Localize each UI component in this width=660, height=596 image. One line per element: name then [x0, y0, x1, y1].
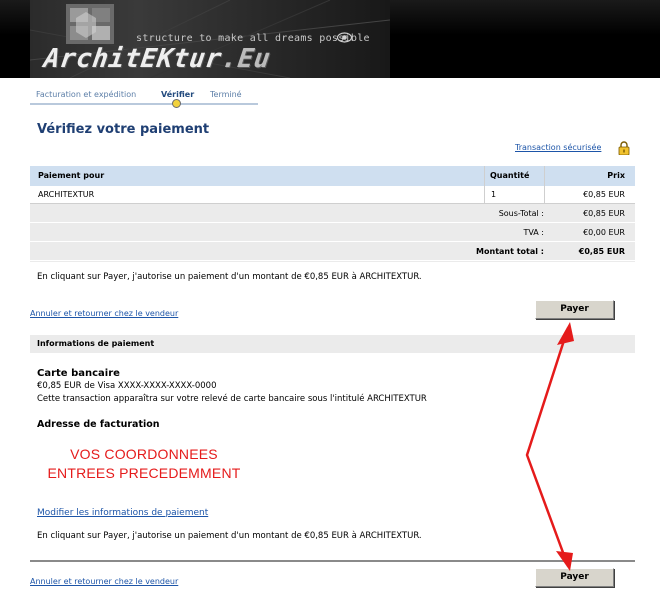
subtotal-value: €0,85 EUR	[583, 209, 625, 218]
step-done: Terminé	[210, 90, 242, 99]
tax-row: TVA : €0,00 EUR	[30, 223, 635, 242]
subtotal-row: Sous-Total : €0,85 EUR	[30, 204, 635, 223]
row-item: ARCHITEXTUR	[38, 190, 95, 199]
cancel-link-bottom[interactable]: Annuler et retourner chez le vendeur	[30, 577, 178, 586]
tax-value: €0,00 EUR	[583, 228, 625, 237]
current-step-marker	[172, 99, 181, 108]
column-header-price: Prix	[607, 171, 625, 180]
row-price: €0,85 EUR	[583, 190, 625, 199]
logo-text: ArchitEKtur	[41, 44, 224, 74]
subtotal-label: Sous-Total :	[498, 209, 544, 218]
checkout-progress: Facturation et expédition Vérifier Termi…	[30, 86, 258, 108]
totals-block: Sous-Total : €0,85 EUR TVA : €0,00 EUR M…	[30, 204, 635, 262]
payment-info-header: Informations de paiement	[30, 335, 635, 353]
modify-payment-link[interactable]: Modifier les informations de paiement	[37, 508, 208, 518]
step-billing: Facturation et expédition	[36, 90, 137, 99]
authorization-text-bottom: En cliquant sur Payer, j'autorise un pai…	[37, 531, 422, 541]
pay-button-bottom[interactable]: Payer	[535, 568, 614, 587]
authorization-text: En cliquant sur Payer, j'autorise un pai…	[37, 272, 422, 282]
step-verify: Vérifier	[161, 90, 195, 99]
order-summary-table: Paiement pour Quantité Prix ARCHITEXTUR …	[30, 166, 635, 262]
column-header-quantity: Quantité	[490, 171, 530, 180]
logo-tld: .Eu	[219, 44, 273, 74]
row-quantity: 1	[491, 190, 497, 199]
total-value: €0,85 EUR	[578, 247, 625, 256]
lock-icon	[618, 141, 630, 155]
annotation-line-2: ENTREES PRECEDEMMENT	[47, 465, 241, 481]
statement-notice: Cette transaction apparaîtra sur votre r…	[37, 394, 427, 404]
column-header-item: Paiement pour	[38, 171, 105, 180]
cancel-link[interactable]: Annuler et retourner chez le vendeur	[30, 309, 178, 318]
eye-icon	[337, 32, 352, 43]
page-title: Vérifiez votre paiement	[37, 122, 210, 137]
billing-address-title: Adresse de facturation	[37, 419, 160, 430]
banner-tagline: structure to make all dreams possible	[136, 33, 370, 44]
total-row: Montant total : €0,85 EUR	[30, 242, 635, 261]
card-title: Carte bancaire	[37, 368, 120, 379]
total-label: Montant total :	[476, 247, 544, 256]
annotation-line-1: VOS COORDONNEES	[70, 446, 218, 462]
secure-transaction-link[interactable]: Transaction sécurisée	[515, 143, 601, 152]
progress-line	[30, 103, 258, 105]
site-logo[interactable]: ArchitEKtur.Eu	[42, 44, 272, 74]
payment-info-title: Informations de paiement	[37, 339, 155, 348]
cube-logo-icon	[66, 4, 114, 44]
header-banner: structure to make all dreams possible Ar…	[0, 0, 660, 78]
pay-button[interactable]: Payer	[535, 300, 614, 319]
divider	[30, 560, 635, 562]
card-details: €0,85 EUR de Visa XXXX-XXXX-XXXX-0000	[37, 381, 217, 391]
tax-label: TVA :	[523, 228, 544, 237]
